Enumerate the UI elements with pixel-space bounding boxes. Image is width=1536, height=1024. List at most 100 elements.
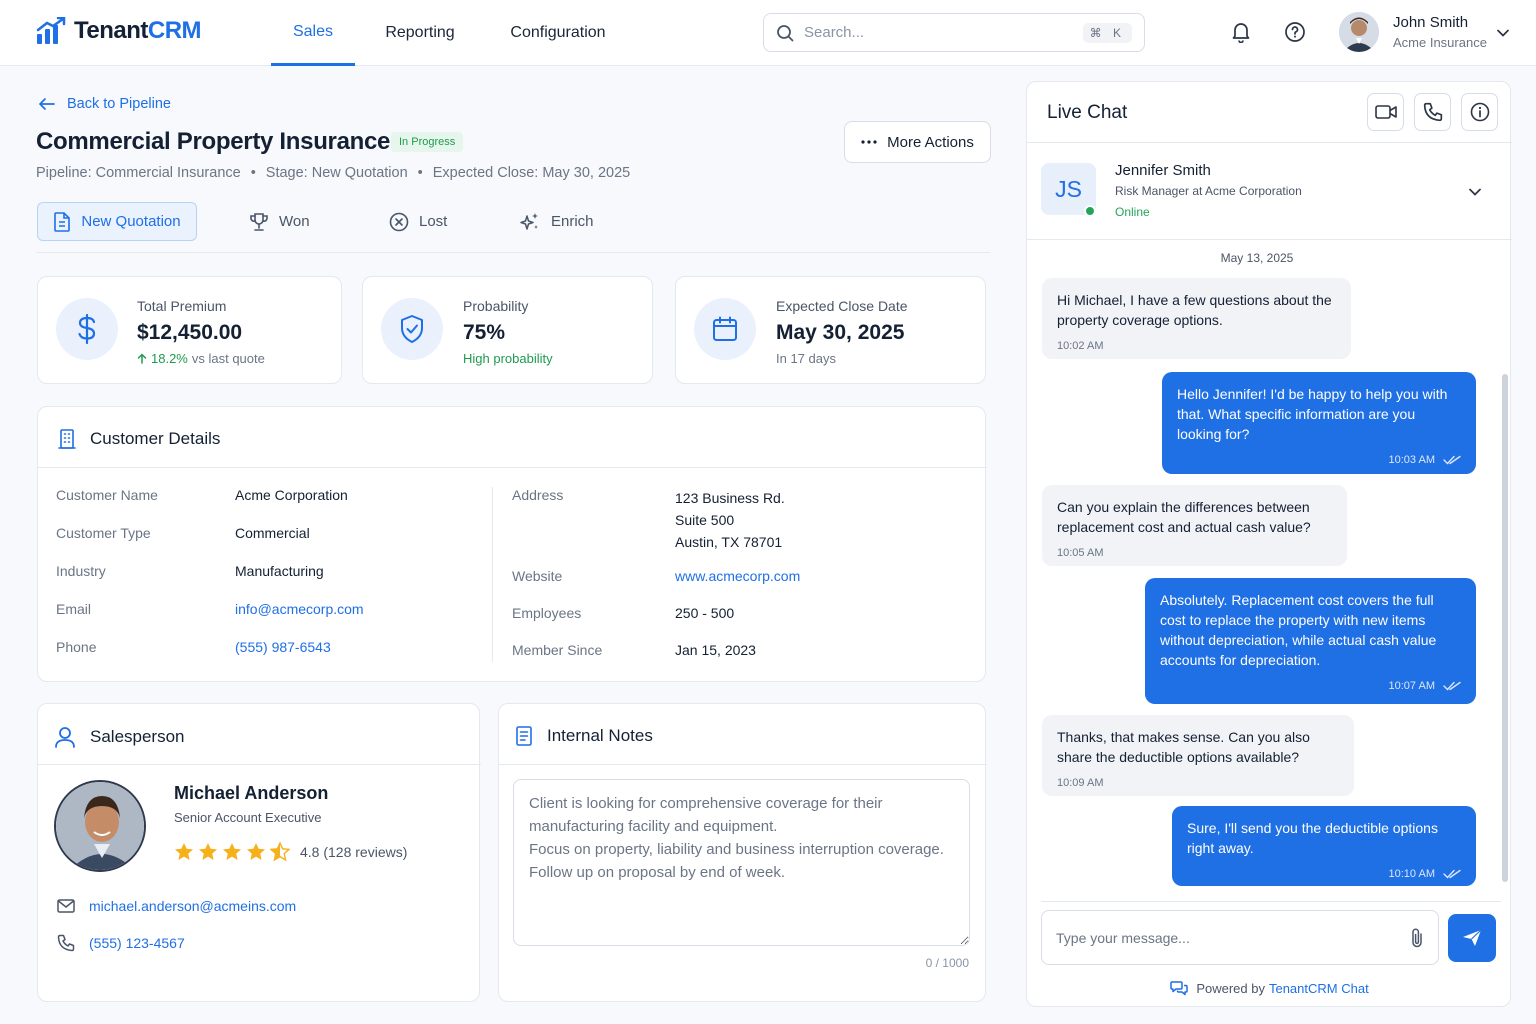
chat-message-input[interactable] [1056, 929, 1410, 946]
field-label: Email [56, 601, 92, 617]
status-badge: In Progress [391, 132, 464, 152]
back-to-pipeline-link[interactable]: Back to Pipeline [38, 96, 171, 112]
contact-info-button[interactable] [1461, 93, 1498, 131]
message-text: Can you explain the differences between … [1057, 499, 1311, 535]
salesperson-email-row: michael.anderson@acmeins.com [57, 898, 296, 914]
field-label: Address [512, 487, 564, 503]
user-menu-chevron-down-icon[interactable] [1495, 25, 1511, 41]
paperclip-icon[interactable] [1410, 927, 1424, 949]
salesperson-header: Salesperson [54, 726, 185, 748]
logo-chart-icon [36, 17, 66, 45]
chat-divider [1027, 142, 1512, 143]
stat-change-value: 18.2% [151, 351, 188, 366]
stage-enrich-button[interactable]: Enrich [519, 202, 594, 241]
card-divider [38, 467, 987, 468]
message-time: 10:05 AM [1057, 547, 1104, 559]
stage-lost-button[interactable]: Lost [389, 202, 447, 241]
card-divider [499, 764, 987, 765]
rating-text: 4.8 (128 reviews) [300, 843, 408, 860]
customer-type-value: Commercial [235, 525, 310, 541]
message-time: 10:07 AM [1388, 680, 1435, 692]
search-input[interactable] [804, 24, 1073, 41]
stat-label: Probability [463, 298, 529, 314]
salesperson-name: Michael Anderson [174, 783, 329, 803]
more-actions-label: More Actions [887, 133, 974, 151]
internal-notes-textarea[interactable]: Client is looking for comprehensive cove… [513, 779, 970, 946]
stage-label: Won [279, 213, 310, 230]
stage-label: New Quotation [81, 213, 181, 230]
nav-tab-sales[interactable]: Sales [271, 0, 355, 66]
double-check-icon [1443, 869, 1461, 879]
chat-date-separator: May 13, 2025 [1220, 251, 1294, 265]
chat-message-incoming: Thanks, that makes sense. Can you also s… [1042, 715, 1354, 796]
search-bar: ⌘ K [763, 13, 1145, 52]
salesperson-phone-link[interactable]: (555) 123-4567 [89, 935, 185, 951]
industry-value: Manufacturing [235, 563, 324, 579]
powered-by-prefix: Powered by [1196, 980, 1265, 996]
voice-call-button[interactable] [1414, 93, 1451, 131]
stat-value: 75% [463, 321, 506, 344]
send-message-button[interactable] [1448, 914, 1496, 962]
stat-change: 18.2% vs last quote [137, 351, 265, 366]
field-label: Customer Name [56, 487, 158, 503]
more-actions-button[interactable]: More Actions [844, 121, 991, 163]
meta-pipeline: Pipeline: Commercial Insurance [36, 165, 241, 181]
message-text: Hi Michael, I have a few questions about… [1057, 292, 1332, 328]
chat-scrollbar[interactable] [1502, 374, 1508, 882]
customer-phone-link[interactable]: (555) 987-6543 [235, 639, 331, 655]
star-icon [174, 842, 194, 861]
building-icon [58, 429, 76, 449]
message-meta: 10:10 AM [1187, 864, 1461, 884]
stat-change-label: vs last quote [191, 351, 265, 366]
contact-expand-chevron-down-icon[interactable] [1467, 184, 1483, 200]
field-label: Employees [512, 605, 582, 621]
message-text: Sure, I'll send you the deductible optio… [1187, 820, 1438, 856]
nav-tab-configuration[interactable]: Configuration [496, 0, 620, 66]
chat-message-incoming: Hi Michael, I have a few questions about… [1042, 278, 1351, 359]
stat-sub: In 17 days [776, 351, 836, 366]
contact-role: Risk Manager at Acme Corporation [1115, 184, 1302, 198]
app-logo[interactable]: TenantCRM [36, 17, 202, 45]
stat-value: May 30, 2025 [776, 321, 905, 344]
nav-tab-reporting[interactable]: Reporting [375, 0, 465, 66]
field-label: Member Since [512, 642, 603, 658]
message-time: 10:09 AM [1057, 777, 1104, 789]
video-call-button[interactable] [1367, 93, 1404, 131]
star-half-icon [270, 842, 290, 861]
rating-stars: 4.8 (128 reviews) [174, 842, 407, 861]
notes-char-counter: 0 / 1000 [925, 956, 969, 970]
chat-message-incoming: Can you explain the differences between … [1042, 485, 1347, 566]
stage-new-quotation-button[interactable]: New Quotation [37, 202, 197, 241]
customer-email-link[interactable]: info@acmecorp.com [235, 601, 364, 617]
website-link[interactable]: www.acmecorp.com [675, 568, 800, 584]
online-status-dot [1084, 205, 1096, 217]
powered-by-brand-link[interactable]: TenantCRM Chat [1269, 981, 1369, 996]
trophy-icon [249, 212, 269, 232]
help-icon[interactable] [1283, 20, 1307, 44]
mail-icon [57, 899, 75, 913]
stage-won-button[interactable]: Won [249, 202, 310, 241]
message-time: 10:03 AM [1388, 454, 1435, 466]
star-icon [246, 842, 266, 861]
meta-separator: • [250, 165, 256, 181]
customer-details-header: Customer Details [58, 429, 220, 449]
internal-notes-header: Internal Notes [515, 726, 653, 746]
address-line: Suite 500 [675, 512, 735, 528]
user-avatar[interactable] [1339, 12, 1379, 52]
address-value: 123 Business Rd. Suite 500 Austin, TX 78… [675, 487, 785, 553]
sparkles-icon [519, 212, 541, 232]
calendar-icon [694, 298, 756, 360]
message-meta: 10:03 AM [1177, 450, 1461, 470]
salesperson-role: Senior Account Executive [174, 810, 322, 825]
x-circle-icon [389, 212, 409, 232]
document-icon [53, 211, 71, 232]
user-name: John Smith [1393, 14, 1469, 31]
message-text: Hello Jennifer! I'd be happy to help you… [1177, 386, 1448, 442]
arrow-up-icon [137, 353, 147, 364]
notifications-bell-icon[interactable] [1229, 20, 1253, 44]
stat-value: $12,450.00 [137, 321, 243, 344]
notes-icon [515, 726, 533, 746]
salesperson-email-link[interactable]: michael.anderson@acmeins.com [89, 898, 296, 914]
double-check-icon [1443, 681, 1461, 691]
message-meta: 10:07 AM [1160, 676, 1461, 696]
